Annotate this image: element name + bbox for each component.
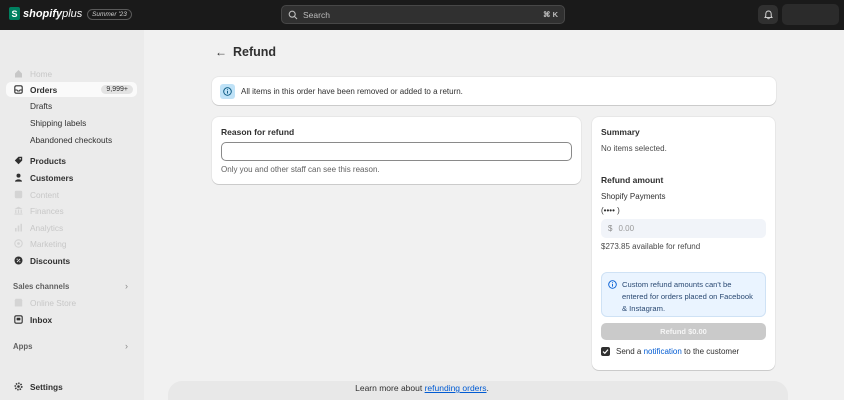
sidebar-item-analytics[interactable]: Analytics <box>6 220 137 235</box>
chevron-right-icon[interactable]: › <box>125 281 128 291</box>
sidebar-item-label: Inbox <box>30 314 53 325</box>
sidebar-item-discounts[interactable]: Discounts <box>6 253 137 268</box>
sidebar-item-label: Content <box>30 189 60 200</box>
send-suffix: to the customer <box>681 347 740 356</box>
search-icon <box>288 10 298 19</box>
notice-text: Custom refund amounts can't be entered f… <box>622 280 753 313</box>
page-header: ← Refund <box>215 45 276 59</box>
apps-heading[interactable]: Apps <box>13 342 33 351</box>
available-for-refund: $273.85 available for refund <box>601 242 701 251</box>
discount-icon <box>14 256 23 265</box>
page-title: Refund <box>233 45 277 59</box>
sidebar-item-drafts[interactable]: Drafts <box>30 101 52 111</box>
sidebar-item-label: Online Store <box>30 297 77 308</box>
store-menu-button[interactable] <box>782 4 839 25</box>
sidebar-item-label: Home <box>30 68 53 79</box>
top-bar: S shopify plus Summer '23 Search ⌘ K <box>0 0 844 30</box>
search-placeholder: Search <box>303 9 330 20</box>
edition-badge[interactable]: Summer '23 <box>87 9 132 20</box>
refund-amount-heading: Refund amount <box>601 175 664 185</box>
orders-count-badge: 9,999+ <box>101 85 133 94</box>
home-icon <box>14 69 23 78</box>
learn-prefix: Learn more about <box>355 383 425 393</box>
bell-icon <box>763 10 773 19</box>
tag-icon <box>14 156 23 165</box>
refund-button[interactable]: Refund $0.00 <box>601 323 766 340</box>
content-icon <box>14 190 23 199</box>
card-masked: (•••• ) <box>601 206 620 215</box>
target-icon <box>14 239 23 248</box>
no-items-text: No items selected. <box>601 144 667 153</box>
send-notification-row[interactable]: Send a notification to the customer <box>601 347 739 356</box>
learn-more: Learn more about refunding orders. <box>0 383 844 393</box>
sidebar-item-online-store[interactable]: Online Store <box>6 295 137 310</box>
sidebar-item-abandoned-checkouts[interactable]: Abandoned checkouts <box>30 135 112 145</box>
chevron-right-icon[interactable]: › <box>125 341 128 351</box>
payment-provider: Shopify Payments <box>601 192 666 201</box>
search-shortcut: ⌘ K <box>543 10 558 19</box>
amount-placeholder: 0.00 <box>618 224 635 233</box>
back-arrow-icon[interactable]: ← <box>215 45 227 59</box>
sidebar-item-marketing[interactable]: Marketing <box>6 236 137 251</box>
reason-help-text: Only you and other staff can see this re… <box>221 165 380 174</box>
notification-link[interactable]: notification <box>644 347 682 356</box>
brand-name: shopify <box>23 7 63 20</box>
brand-plus: plus <box>62 7 83 20</box>
learn-suffix: . <box>486 383 489 393</box>
sidebar-item-orders[interactable]: Orders 9,999+ <box>6 82 137 97</box>
sidebar-item-label: Marketing <box>30 238 67 249</box>
sidebar-item-finances[interactable]: Finances <box>6 203 137 218</box>
sidebar-item-label: Finances <box>30 205 64 216</box>
sidebar-item-label: Orders <box>30 84 58 95</box>
bar-chart-icon <box>14 223 23 232</box>
reason-heading: Reason for refund <box>221 127 295 137</box>
sidebar-item-home[interactable]: Home <box>6 66 137 81</box>
chat-icon <box>14 315 23 324</box>
sidebar-item-shipping-labels[interactable]: Shipping labels <box>30 118 86 128</box>
notifications-button[interactable] <box>758 5 778 24</box>
reason-input[interactable] <box>221 142 572 161</box>
inbox-tray-icon <box>14 85 23 94</box>
sidebar-item-content[interactable]: Content <box>6 187 137 202</box>
summary-heading: Summary <box>601 127 640 137</box>
sidebar-item-label: Analytics <box>30 222 64 233</box>
sidebar: Home Orders 9,999+ Drafts Shipping label… <box>0 30 144 400</box>
send-prefix: Send a <box>616 347 644 356</box>
storefront-icon <box>14 298 23 307</box>
sidebar-item-label: Discounts <box>30 255 71 266</box>
shopify-bag-icon: S <box>9 7 20 20</box>
bank-icon <box>14 206 23 215</box>
info-icon <box>608 280 617 289</box>
sidebar-item-products[interactable]: Products <box>6 153 137 168</box>
person-icon <box>14 173 23 182</box>
sidebar-item-inbox[interactable]: Inbox <box>6 312 137 327</box>
refund-amount-input[interactable]: $ 0.00 <box>601 219 766 238</box>
search-bar[interactable]: Search ⌘ K <box>281 5 565 24</box>
info-banner: All items in this order have been remove… <box>212 77 776 105</box>
info-icon <box>220 83 235 99</box>
refunding-orders-link[interactable]: refunding orders <box>425 383 487 393</box>
banner-message: All items in this order have been remove… <box>241 86 463 96</box>
refund-notice: Custom refund amounts can't be entered f… <box>601 272 766 317</box>
checkmark-icon <box>602 349 609 355</box>
shopify-logo[interactable]: S shopify plus <box>9 7 82 20</box>
summary-card: Summary No items selected. Refund amount… <box>592 117 775 370</box>
sidebar-item-label: Products <box>30 155 66 166</box>
sidebar-item-label: Customers <box>30 172 74 183</box>
sidebar-item-customers[interactable]: Customers <box>6 170 137 185</box>
sales-channels-heading[interactable]: Sales channels <box>13 282 69 291</box>
send-notification-checkbox[interactable] <box>601 347 610 356</box>
currency-symbol: $ <box>608 224 613 233</box>
reason-card: Reason for refund Only you and other sta… <box>212 117 581 184</box>
